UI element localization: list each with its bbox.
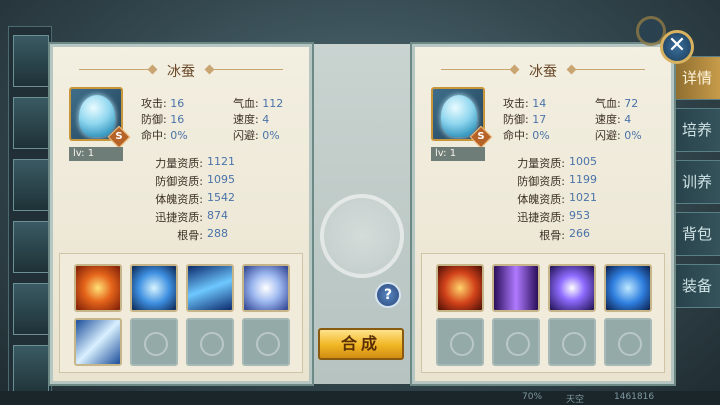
pet-name: 冰蚕 xyxy=(529,64,557,80)
fire-burst-skill-icon[interactable] xyxy=(74,264,122,312)
pet-list-slot[interactable] xyxy=(13,35,49,87)
dodge-label: 闪避: xyxy=(233,129,259,142)
hit-value: 0% xyxy=(532,129,550,142)
attack-value: 16 xyxy=(170,97,185,110)
right-pet-panel: 冰蚕 S lv: 1 攻击: 14 气血: 72 防御: 17 速度: 4 命中… xyxy=(412,44,674,384)
pet-list-slot[interactable] xyxy=(13,221,49,273)
bottom-status-bar: 70% 天空 1461816 xyxy=(0,391,720,405)
speed-value: 4 xyxy=(262,113,270,126)
defense-value: 16 xyxy=(170,113,185,126)
physique-aptitude-label: 体魄资质: xyxy=(517,193,565,206)
pet-list-sidebar xyxy=(8,26,52,405)
hp-label: 气血: xyxy=(595,97,621,110)
pet-list-slot[interactable] xyxy=(13,159,49,211)
physique-aptitude-label: 体魄资质: xyxy=(155,193,203,206)
side-tab-bar: 详情 培养 训养 背包 装备 xyxy=(668,56,720,316)
bottom-status-left: 70% xyxy=(522,392,543,402)
tab-equipment[interactable]: 装备 xyxy=(670,264,720,308)
attack-label: 攻击: xyxy=(141,97,167,110)
strength-aptitude-value: 1005 xyxy=(569,155,597,168)
hit-label: 命中: xyxy=(503,129,529,142)
hp-value: 72 xyxy=(624,97,639,110)
close-button[interactable]: ✕ xyxy=(660,30,694,64)
purple-pillar-skill-icon[interactable] xyxy=(492,264,540,312)
violet-orb-skill-icon[interactable] xyxy=(548,264,596,312)
tab-bag[interactable]: 背包 xyxy=(670,212,720,256)
title-divider xyxy=(213,69,283,70)
empty-skill-slot[interactable] xyxy=(492,318,540,366)
tab-cultivate[interactable]: 培养 xyxy=(670,108,720,152)
bottom-status-mid: 天空 xyxy=(566,395,585,405)
ice-silkworm-icon xyxy=(441,95,477,137)
hit-label: 命中: xyxy=(141,129,167,142)
defense-aptitude-value: 1199 xyxy=(569,173,597,186)
bottom-status-right: 1461816 xyxy=(614,392,655,402)
agility-aptitude-value: 874 xyxy=(207,209,228,222)
root-bone-value: 288 xyxy=(207,227,228,240)
root-bone-label: 根骨: xyxy=(539,229,565,242)
agility-aptitude-value: 953 xyxy=(569,209,590,222)
pet-list-slot[interactable] xyxy=(13,97,49,149)
hp-value: 112 xyxy=(262,97,284,110)
tab-train[interactable]: 训养 xyxy=(670,160,720,204)
empty-skill-slot[interactable] xyxy=(548,318,596,366)
hp-label: 气血: xyxy=(233,97,259,110)
speed-label: 速度: xyxy=(233,113,259,126)
rank-badge: S xyxy=(469,125,493,149)
fire-ring-skill-icon[interactable] xyxy=(436,264,484,312)
empty-skill-slot[interactable] xyxy=(436,318,484,366)
pet-level: lv: 1 xyxy=(431,147,485,161)
agility-aptitude-label: 迅捷资质: xyxy=(155,211,203,224)
dodge-label: 闪避: xyxy=(595,129,621,142)
strength-aptitude-value: 1121 xyxy=(207,155,235,168)
skill-grid xyxy=(421,253,665,373)
strength-aptitude-label: 力量资质: xyxy=(517,157,565,170)
pet-list-slot[interactable] xyxy=(13,283,49,335)
defense-label: 防御: xyxy=(141,113,167,126)
empty-skill-slot[interactable] xyxy=(186,318,234,366)
agility-aptitude-label: 迅捷资质: xyxy=(517,211,565,224)
title-divider xyxy=(575,69,645,70)
hit-value: 0% xyxy=(170,129,188,142)
pet-list-slot[interactable] xyxy=(13,345,49,397)
left-pet-panel: 冰蚕 S lv: 1 攻击: 16 气血: 112 防御: 16 速度: 4 命… xyxy=(50,44,312,384)
pet-name: 冰蚕 xyxy=(167,64,195,80)
dragon-emblem-icon xyxy=(320,194,404,278)
empty-skill-slot[interactable] xyxy=(130,318,178,366)
empty-skill-slot[interactable] xyxy=(604,318,652,366)
defense-value: 17 xyxy=(532,113,547,126)
root-bone-label: 根骨: xyxy=(177,229,203,242)
attack-value: 14 xyxy=(532,97,547,110)
defense-aptitude-label: 防御资质: xyxy=(155,175,203,188)
empty-skill-slot[interactable] xyxy=(242,318,290,366)
root-bone-value: 266 xyxy=(569,227,590,240)
help-button[interactable]: ? xyxy=(375,282,401,308)
physique-aptitude-value: 1021 xyxy=(569,191,597,204)
physique-aptitude-value: 1542 xyxy=(207,191,235,204)
speed-value: 4 xyxy=(624,113,632,126)
blue-beast-skill-icon[interactable] xyxy=(604,264,652,312)
defense-aptitude-label: 防御资质: xyxy=(517,175,565,188)
ice-silkworm-icon xyxy=(79,95,115,137)
skill-grid xyxy=(59,253,303,373)
dodge-value: 0% xyxy=(262,129,280,142)
defense-aptitude-value: 1095 xyxy=(207,173,235,186)
spiral-orb-skill-icon[interactable] xyxy=(242,264,290,312)
water-heart-skill-icon[interactable] xyxy=(130,264,178,312)
blue-blade-skill-icon[interactable] xyxy=(74,318,122,366)
pet-level: lv: 1 xyxy=(69,147,123,161)
combine-button[interactable]: 合成 xyxy=(318,328,404,360)
strength-aptitude-label: 力量资质: xyxy=(155,157,203,170)
defense-label: 防御: xyxy=(503,113,529,126)
attack-label: 攻击: xyxy=(503,97,529,110)
wind-slash-skill-icon[interactable] xyxy=(186,264,234,312)
speed-label: 速度: xyxy=(595,113,621,126)
rank-badge: S xyxy=(107,125,131,149)
dodge-value: 0% xyxy=(624,129,642,142)
